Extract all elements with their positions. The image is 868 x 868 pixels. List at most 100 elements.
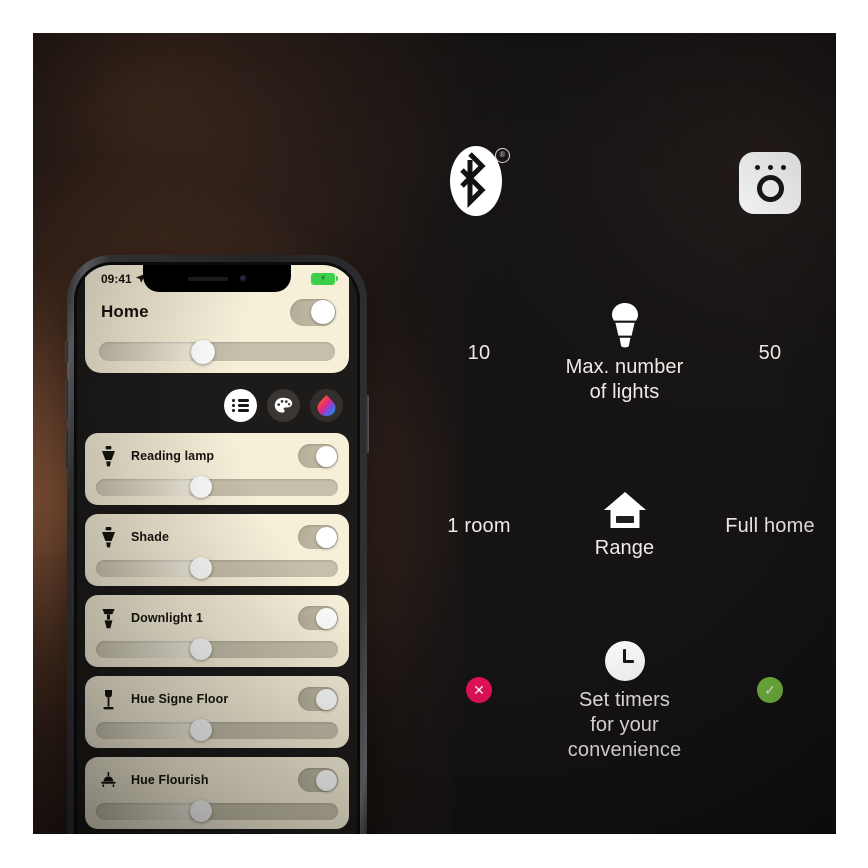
max-lights-bridge-value: 50 xyxy=(758,341,782,364)
slider-knob[interactable] xyxy=(190,719,213,741)
floor-lamp-icon xyxy=(98,687,118,711)
light-row-header: Downlight 1 xyxy=(98,595,338,641)
toggle-knob xyxy=(315,688,337,710)
light-toggle[interactable] xyxy=(298,687,338,711)
tab-color-picker[interactable] xyxy=(310,389,343,422)
timers-bluetooth-cell: ✕ xyxy=(413,641,545,703)
registered-trademark-mark: ® xyxy=(495,148,510,163)
light-brightness-slider[interactable] xyxy=(96,800,338,822)
slider-knob[interactable] xyxy=(190,638,213,660)
light-row-header: Hue Signe Floor xyxy=(98,676,338,722)
bulb-spot-icon xyxy=(98,525,118,549)
pendant-lamp-icon xyxy=(98,768,118,792)
view-tabs xyxy=(224,389,343,422)
timers-caption: Set timers for your convenience xyxy=(568,688,681,763)
comparison-row-connection: ® xyxy=(413,133,836,233)
slider-knob[interactable] xyxy=(190,557,213,579)
slider-knob[interactable] xyxy=(191,339,216,364)
battery-bolt-glyph: ⚡ xyxy=(319,273,327,283)
timers-caption-line3: convenience xyxy=(567,739,682,761)
earpiece-speaker xyxy=(187,276,228,281)
list-item[interactable]: Hue Flourish xyxy=(85,757,349,829)
range-caption: Range xyxy=(594,537,655,559)
lights-list: Reading lamp Shade Downlight 1 Hue Signe… xyxy=(85,433,349,834)
cross-icon: ✕ xyxy=(466,677,492,703)
home-brightness-slider[interactable] xyxy=(99,339,335,364)
max-lights-bluetooth-value: 10 xyxy=(467,341,491,364)
light-toggle[interactable] xyxy=(298,444,338,468)
phone-bezel: 09:41 ⚡ Home Reading lamp Shade Downligh… xyxy=(74,262,360,834)
front-camera xyxy=(239,275,247,282)
status-bar-time-group: 09:41 xyxy=(101,272,146,286)
home-title-row: Home xyxy=(101,295,336,329)
comparison-row-timers: ✕ Set timers for your convenience ✓ xyxy=(413,641,836,761)
clock-minute-hand xyxy=(623,659,634,663)
house-icon xyxy=(603,492,646,528)
list-item[interactable]: Downlight 1 xyxy=(85,595,349,667)
max-lights-feature: Max. number of lights xyxy=(545,302,704,405)
light-brightness-slider[interactable] xyxy=(96,719,338,741)
battery-charging-icon: ⚡ xyxy=(311,272,338,285)
feature-comparison: ® 10 Max. number of lights 50 1 room Ran… xyxy=(413,33,836,834)
max-lights-caption-line2: of lights xyxy=(589,380,660,403)
phone-power-button[interactable] xyxy=(366,395,369,453)
list-item[interactable]: Shade xyxy=(85,514,349,586)
light-brightness-slider[interactable] xyxy=(96,557,338,579)
light-brightness-slider[interactable] xyxy=(96,638,338,660)
phone-volume-up-button[interactable] xyxy=(65,379,68,419)
toggle-knob xyxy=(315,445,337,467)
max-lights-caption: Max. number of lights xyxy=(566,355,684,405)
toggle-knob xyxy=(315,526,337,548)
timers-bridge-cell: ✓ xyxy=(704,641,836,703)
phone-notch xyxy=(143,265,291,292)
timers-caption-line2: for your xyxy=(590,714,659,736)
slider-knob[interactable] xyxy=(190,476,213,498)
toggle-knob xyxy=(315,607,337,629)
list-icon xyxy=(232,399,249,412)
bridge-ring-glyph xyxy=(756,174,784,202)
page-title: Home xyxy=(101,302,149,321)
toggle-knob xyxy=(310,300,335,324)
range-feature: Range xyxy=(545,491,704,561)
comparison-row-range: 1 room Range Full home xyxy=(413,491,836,561)
phone-mockup: 09:41 ⚡ Home Reading lamp Shade Downligh… xyxy=(65,255,369,834)
clock-icon xyxy=(604,641,645,681)
phone-mute-switch[interactable] xyxy=(65,341,68,363)
timers-feature: Set timers for your convenience xyxy=(545,641,704,763)
range-bluetooth-value: 1 room xyxy=(447,514,511,537)
bridge-status-dots xyxy=(754,164,786,170)
light-row-header: Shade xyxy=(98,514,338,560)
check-icon: ✓ xyxy=(757,677,783,703)
tab-scenes[interactable] xyxy=(267,389,300,422)
range-bridge-value: Full home xyxy=(725,514,815,537)
light-row-header: Hue Flourish xyxy=(98,757,338,803)
tab-list[interactable] xyxy=(224,389,257,422)
downlight-icon xyxy=(98,606,118,630)
list-item[interactable]: Reading lamp xyxy=(85,433,349,505)
color-picker-icon xyxy=(317,395,336,416)
slider-knob[interactable] xyxy=(190,800,213,822)
toggle-knob xyxy=(315,769,337,791)
list-item[interactable]: Hue Signe Floor xyxy=(85,676,349,748)
bluetooth-icon: ® xyxy=(450,146,510,220)
timers-caption-line1: Set timers xyxy=(578,689,671,711)
bulb-spot-icon xyxy=(98,444,118,468)
phone-screen: 09:41 ⚡ Home Reading lamp Shade Downligh… xyxy=(77,265,357,834)
bluetooth-cell: ® xyxy=(413,146,545,220)
comparison-row-max-lights: 10 Max. number of lights 50 xyxy=(413,302,836,403)
home-master-toggle[interactable] xyxy=(290,298,336,326)
light-toggle[interactable] xyxy=(298,606,338,630)
light-row-header: Reading lamp xyxy=(98,433,338,479)
light-name: Hue Flourish xyxy=(131,773,209,787)
light-bulb-icon xyxy=(611,302,638,347)
light-name: Reading lamp xyxy=(131,449,215,463)
light-toggle[interactable] xyxy=(298,525,338,549)
light-name: Shade xyxy=(131,530,170,544)
light-toggle[interactable] xyxy=(298,768,338,792)
light-name: Hue Signe Floor xyxy=(131,692,229,706)
phone-volume-down-button[interactable] xyxy=(65,429,68,469)
palette-icon xyxy=(274,397,293,413)
light-brightness-slider[interactable] xyxy=(96,476,338,498)
hue-bridge-cell xyxy=(704,152,836,214)
max-lights-caption-line1: Max. number xyxy=(565,355,684,378)
